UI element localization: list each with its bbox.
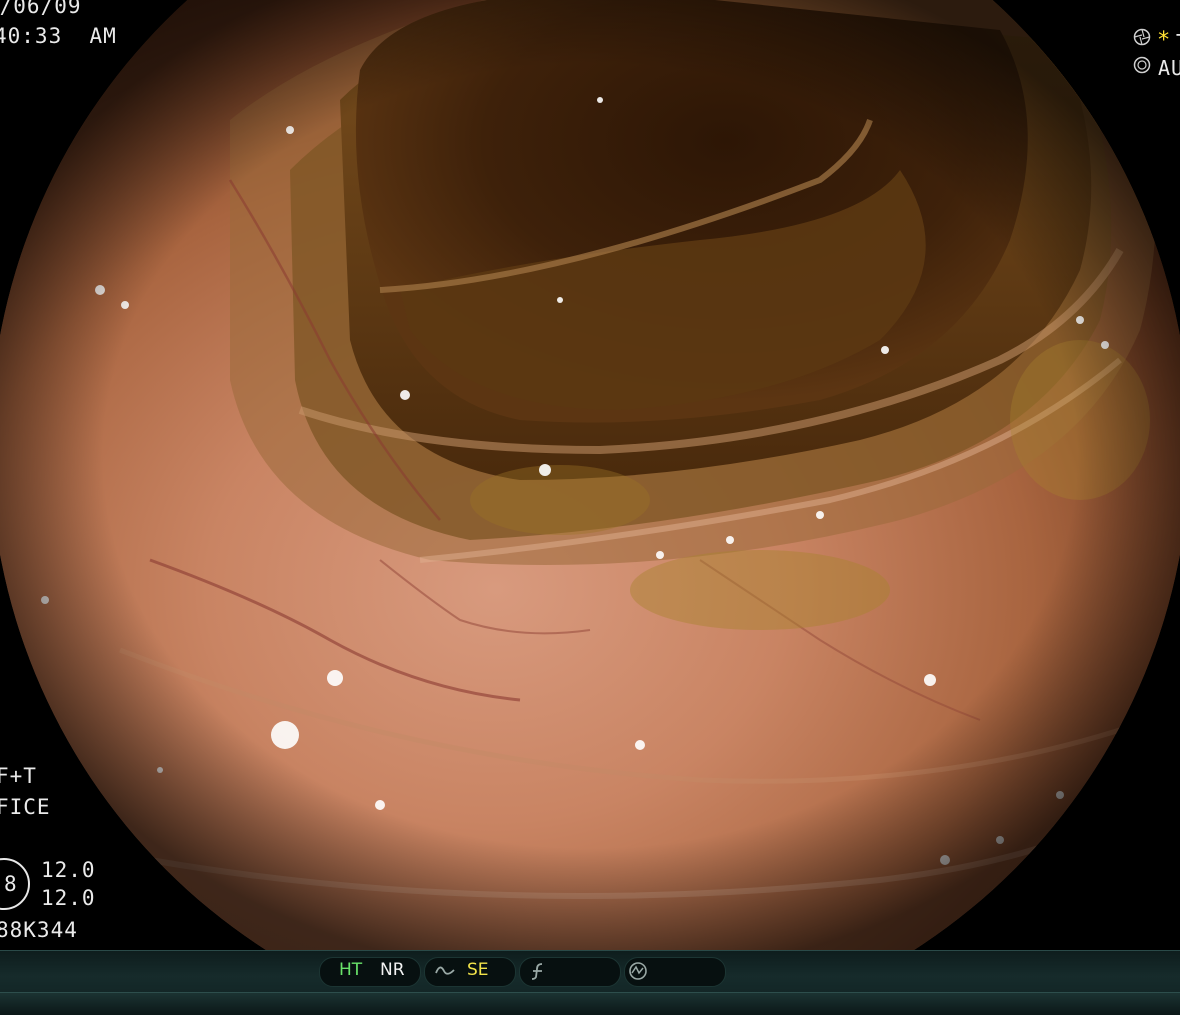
zoom-value: 8	[4, 872, 18, 896]
signal-circle-icon	[629, 962, 647, 980]
status-bar-lower	[0, 992, 1180, 1015]
time-text: 40:33 AM	[0, 24, 117, 48]
waveform-icon	[435, 966, 455, 975]
right-indicator-au: AU	[1158, 56, 1180, 80]
iris-icon	[1133, 56, 1151, 74]
mode-ft-label: F+T	[0, 764, 37, 788]
mode-fice-label: FICE	[0, 795, 51, 819]
setting-value-a: 12.0	[41, 858, 96, 882]
scope-id: 88K344	[0, 918, 78, 942]
ht-nr-indicator	[319, 957, 421, 987]
colon-lumen-view	[0, 0, 1180, 950]
right-indicator-t: T	[1176, 30, 1180, 54]
setting-value-b: 12.0	[41, 886, 96, 910]
asterisk-marker: *	[1157, 28, 1171, 53]
date-text: 5/06/09	[0, 0, 82, 18]
ht-label: HT	[339, 960, 363, 980]
nr-label: NR	[380, 960, 405, 980]
endoscopy-image	[0, 0, 1180, 950]
function-icon	[531, 963, 543, 980]
se-label: SE	[467, 960, 489, 980]
aperture-icon	[1133, 28, 1151, 46]
